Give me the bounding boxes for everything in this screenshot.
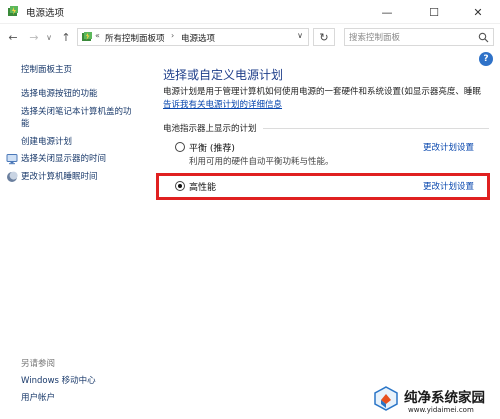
see-also-label: 另请参阅 (21, 359, 56, 369)
navigation-bar: ← → ∨ ↑ « 所有控制面板项 › 电源选项 ∨ ↻ (0, 24, 500, 50)
sidebar-item-display-off[interactable]: 选择关闭显示器的时间 (21, 153, 106, 165)
recent-locations-button[interactable]: ∨ (42, 29, 56, 45)
address-bar[interactable]: « 所有控制面板项 › 电源选项 ∨ (77, 28, 309, 46)
minimize-button[interactable]: — (365, 0, 409, 24)
group-divider (263, 128, 489, 129)
display-power-icon (6, 154, 18, 165)
see-also-user-accounts[interactable]: 用户帐户 (21, 392, 55, 404)
search-input[interactable] (349, 31, 474, 44)
sidebar-item-lid-close[interactable]: 选择关闭笔记本计算机盖的功 (21, 106, 132, 118)
learn-more-link[interactable]: 告诉我有关电源计划的详细信息 (163, 98, 282, 110)
sidebar-item-control-panel-home[interactable]: 控制面板主页 (21, 64, 72, 76)
search-icon[interactable] (478, 32, 489, 43)
battery-plans-group-label: 电池指示器上显示的计划 (163, 124, 257, 134)
address-overflow[interactable]: « (95, 31, 100, 40)
sidebar-item-power-button[interactable]: 选择电源按钮的功能 (21, 88, 98, 100)
watermark-text: 纯净系统家园 (404, 390, 485, 406)
back-button[interactable]: ← (6, 29, 20, 45)
forward-button[interactable]: → (27, 29, 41, 45)
highlight-box (156, 173, 490, 200)
sidebar-item-create-plan[interactable]: 创建电源计划 (21, 136, 72, 148)
control-panel-icon (82, 32, 92, 41)
plan-balanced-radio[interactable] (175, 142, 185, 152)
watermark: 纯净系统家园 www.yidaimei.com (366, 380, 500, 419)
up-button[interactable]: ↑ (59, 29, 73, 45)
help-icon[interactable]: ? (479, 52, 493, 66)
title-bar: 电源选项 — ☐ ✕ (0, 0, 500, 24)
plan-balanced-description: 利用可用的硬件自动平衡功耗与性能。 (189, 157, 334, 167)
page-title: 选择或自定义电源计划 (163, 68, 284, 82)
sidebar-item-sleep-time[interactable]: 更改计算机睡眠时间 (21, 171, 98, 183)
page-description: 电源计划是用于管理计算机如何使用电源的一套硬件和系统设置(如显示器亮度、睡眠 (163, 87, 481, 97)
refresh-button[interactable]: ↻ (313, 28, 335, 46)
moon-sleep-icon (7, 171, 18, 182)
breadcrumb-power-options[interactable]: 电源选项 (181, 32, 215, 44)
maximize-button[interactable]: ☐ (412, 0, 456, 24)
watermark-url: www.yidaimei.com (408, 406, 474, 414)
sidebar: 控制面板主页 选择电源按钮的功能 选择关闭笔记本计算机盖的功 能 创建电源计划 … (0, 50, 150, 419)
watermark-logo-icon (374, 386, 398, 411)
sidebar-item-lid-close-cont[interactable]: 能 (21, 118, 30, 130)
search-box[interactable] (344, 28, 494, 46)
window-title: 电源选项 (26, 8, 65, 19)
plan-balanced: 平衡 (推荐) 更改计划设置 利用可用的硬件自动平衡功耗与性能。 (163, 140, 493, 168)
power-options-icon (8, 6, 18, 16)
breadcrumb-separator: › (171, 31, 175, 40)
plan-balanced-change-settings[interactable]: 更改计划设置 (423, 141, 474, 153)
plan-balanced-name[interactable]: 平衡 (推荐) (189, 141, 235, 154)
breadcrumb-all-control-panel[interactable]: 所有控制面板项 (105, 32, 165, 44)
see-also-mobility-center[interactable]: Windows 移动中心 (21, 375, 96, 387)
address-dropdown-icon[interactable]: ∨ (294, 31, 306, 40)
close-button[interactable]: ✕ (456, 0, 500, 24)
